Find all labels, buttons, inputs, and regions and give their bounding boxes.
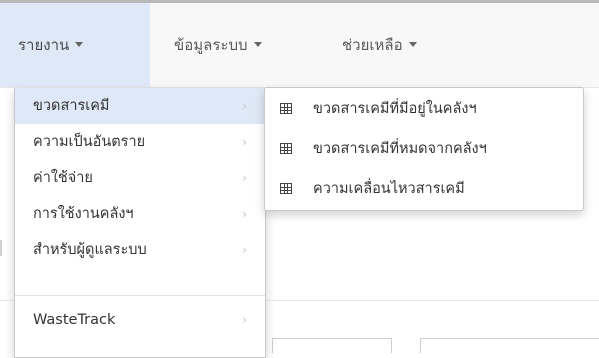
- chevron-right-icon: ›: [242, 99, 247, 113]
- nav-system-data-menu[interactable]: ข้อมูลระบบ: [150, 3, 318, 87]
- top-navbar: รายงาน ข้อมูลระบบ ช่วยเหลือ: [0, 3, 599, 88]
- caret-down-icon: [408, 42, 417, 47]
- dropdown-item-label: สำหรับผู้ดูแลระบบ: [33, 242, 147, 258]
- submenu-item-bottles-in-stock[interactable]: ขวดสารเคมีที่มีอยู่ในคลังฯ: [265, 92, 583, 126]
- chevron-right-icon: ›: [242, 313, 247, 327]
- nav-help-menu[interactable]: ช่วยเหลือ: [318, 3, 478, 87]
- chevron-right-icon: ›: [242, 171, 247, 185]
- caret-down-icon: [253, 42, 262, 47]
- nav-reports-menu[interactable]: รายงาน: [0, 3, 150, 87]
- dropdown-item-warehouse-usage[interactable]: การใช้งานคลังฯ ›: [15, 196, 265, 232]
- page-panel-edge: [420, 338, 599, 353]
- dropdown-item-chemical-bottles[interactable]: ขวดสารเคมี ›: [15, 88, 265, 124]
- submenu-item-label: ความเคลื่อนไหวสารเคมี: [313, 181, 465, 197]
- dropdown-item-label: ความเป็นอันตราย: [33, 134, 146, 150]
- submenu-item-chemical-movement[interactable]: ความเคลื่อนไหวสารเคมี: [265, 172, 583, 206]
- page-panel-edge: [272, 338, 392, 353]
- reports-dropdown: ขวดสารเคมี › ความเป็นอันตราย › ค่าใช้จ่า…: [14, 88, 266, 358]
- dropdown-item-label: ขวดสารเคมี: [33, 98, 110, 114]
- nav-system-data-label: ข้อมูลระบบ: [174, 36, 248, 54]
- dropdown-item-expenses[interactable]: ค่าใช้จ่าย ›: [15, 160, 265, 196]
- dropdown-item-label: ค่าใช้จ่าย: [33, 170, 93, 186]
- dropdown-item-admin[interactable]: สำหรับผู้ดูแลระบบ ›: [15, 232, 265, 268]
- dropdown-item-hazard[interactable]: ความเป็นอันตราย ›: [15, 124, 265, 160]
- submenu-item-label: ขวดสารเคมีที่มีอยู่ในคลังฯ: [313, 101, 477, 117]
- nav-help-label: ช่วยเหลือ: [342, 36, 403, 54]
- dropdown-item-wastetrack[interactable]: WasteTrack ›: [15, 302, 265, 338]
- table-icon: [280, 143, 292, 154]
- dropdown-divider: [15, 295, 265, 296]
- page-edge-mark: [0, 240, 2, 256]
- dropdown-item-label: การใช้งานคลังฯ: [33, 206, 134, 222]
- dropdown-item-label: WasteTrack: [33, 312, 116, 328]
- table-icon: [280, 183, 292, 194]
- table-icon: [280, 103, 292, 114]
- nav-reports-label: รายงาน: [18, 36, 70, 54]
- submenu-item-label: ขวดสารเคมีที่หมดจากคลังฯ: [313, 141, 487, 157]
- chevron-right-icon: ›: [242, 135, 247, 149]
- chevron-right-icon: ›: [242, 243, 247, 257]
- chevron-right-icon: ›: [242, 207, 247, 221]
- caret-down-icon: [75, 42, 84, 47]
- chemical-bottles-submenu: ขวดสารเคมีที่มีอยู่ในคลังฯ ขวดสารเคมีที่…: [264, 87, 584, 211]
- submenu-item-bottles-depleted[interactable]: ขวดสารเคมีที่หมดจากคลังฯ: [265, 132, 583, 166]
